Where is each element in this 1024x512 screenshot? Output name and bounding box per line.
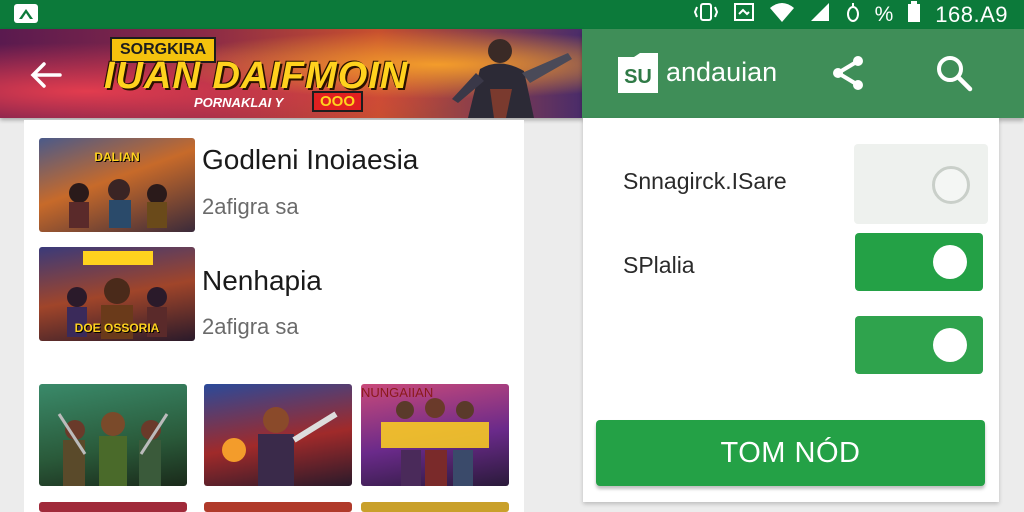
signal-icon bbox=[809, 2, 831, 28]
game-thumbnail: DOE OSSORIA bbox=[39, 247, 195, 341]
hero-character-art bbox=[440, 29, 582, 118]
toggle-switch[interactable] bbox=[855, 316, 983, 374]
game-subtitle: 2afigra sa bbox=[202, 194, 299, 219]
grid-game-thumbnail[interactable] bbox=[204, 384, 352, 486]
game-title: Nenhapia bbox=[202, 265, 322, 296]
game-subtitle: 2afigra sa bbox=[202, 314, 299, 339]
game-list: DALIAN Godleni Inoiaesia 2afigra sa DOE … bbox=[24, 120, 524, 512]
brand-logo-icon: SU bbox=[614, 49, 662, 97]
alarm-icon bbox=[845, 1, 861, 29]
share-icon bbox=[833, 56, 863, 90]
toggle-knob bbox=[933, 245, 967, 279]
battery-icon bbox=[907, 0, 921, 29]
logo-badge: OOO bbox=[312, 91, 364, 112]
share-button[interactable] bbox=[828, 53, 868, 93]
search-button[interactable] bbox=[934, 53, 974, 93]
vibrate-icon bbox=[693, 2, 719, 28]
clock: 168.A9 bbox=[935, 1, 1008, 27]
list-item[interactable]: DALIAN bbox=[39, 138, 195, 232]
logo-sub-text: PORNAKLAI Y bbox=[194, 95, 284, 110]
primary-action-button[interactable]: TOM NÓD bbox=[596, 420, 985, 486]
search-icon bbox=[937, 56, 973, 92]
grid-game-thumbnail[interactable] bbox=[39, 384, 187, 486]
app-indicator-icon bbox=[14, 4, 38, 23]
game-thumbnail: DALIAN bbox=[39, 138, 195, 232]
arrow-back-icon bbox=[30, 62, 62, 88]
header-banner: SORGKIRA IUAN DAIFMOIN PORNAKLAI Y OOO bbox=[0, 29, 582, 118]
screenshot-icon bbox=[733, 2, 755, 28]
settings-panel: Snnagirck.ISare SPlalia TOM NÓD bbox=[583, 118, 999, 502]
game-logo: SORGKIRA IUAN DAIFMOIN PORNAKLAI Y OOO bbox=[104, 37, 414, 112]
game-title: Godleni Inoiaesia bbox=[202, 144, 419, 175]
grid-game-thumbnail[interactable] bbox=[204, 502, 352, 512]
toggle-switch[interactable] bbox=[854, 144, 988, 224]
toggle-knob bbox=[932, 166, 970, 204]
wifi-icon bbox=[769, 2, 795, 28]
app-bar: SU andauian bbox=[582, 29, 1024, 118]
back-button[interactable] bbox=[26, 55, 66, 95]
list-item[interactable]: DOE OSSORIA bbox=[39, 247, 195, 341]
setting-label: Snnagirck.ISare bbox=[623, 168, 787, 194]
battery-percent: % bbox=[874, 2, 894, 26]
svg-text:SU: SU bbox=[624, 66, 652, 88]
grid-game-thumbnail[interactable] bbox=[39, 502, 187, 512]
grid-game-thumbnail[interactable]: NUNGAIIAN bbox=[361, 384, 509, 486]
app-brand-name: andauian bbox=[666, 57, 778, 87]
status-bar: % 168.A9 bbox=[0, 0, 1024, 29]
grid-game-thumbnail[interactable] bbox=[361, 502, 509, 512]
toggle-switch[interactable] bbox=[855, 233, 983, 291]
setting-label: SPlalia bbox=[623, 252, 695, 278]
toggle-knob bbox=[933, 328, 967, 362]
